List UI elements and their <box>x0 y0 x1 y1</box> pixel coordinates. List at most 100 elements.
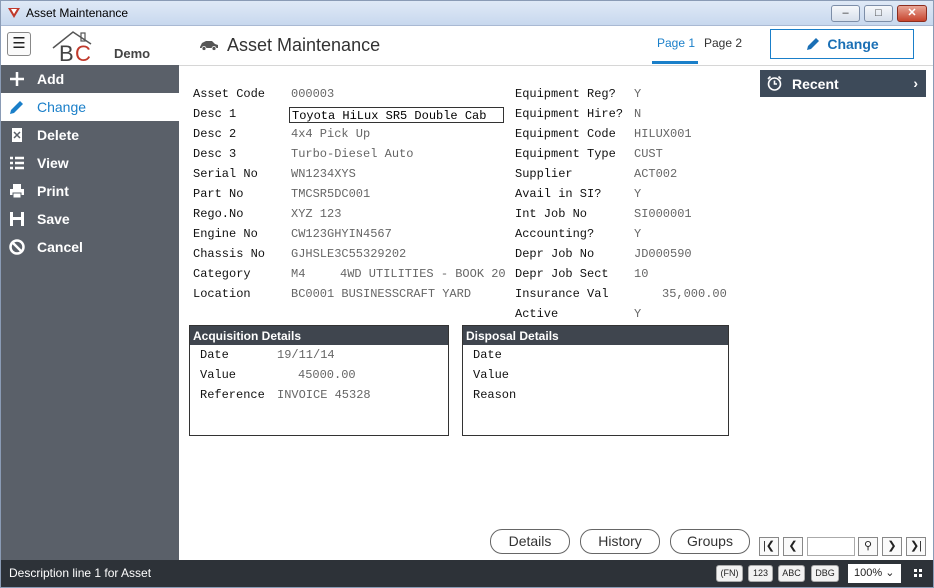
sidebar: Add Change Delete View Print Save Cancel <box>1 65 179 560</box>
supplier-value[interactable]: ACT002 <box>634 167 677 181</box>
chassis-no-value[interactable]: GJHSLE3C55329202 <box>291 247 406 261</box>
equipment-code-value[interactable]: HILUX001 <box>634 127 692 141</box>
next-record-icon[interactable]: ❯ <box>882 537 902 556</box>
bc-logo-icon: B C <box>52 31 92 64</box>
fn-button[interactable]: (FN) <box>716 565 743 582</box>
desc-2-label: Desc 2 <box>193 127 237 141</box>
change-button-label: Change <box>827 36 879 52</box>
previous-record-icon[interactable]: ❮ <box>783 537 803 556</box>
disp-date-label: Date <box>473 348 502 362</box>
alarm-clock-icon <box>767 75 782 91</box>
first-record-icon[interactable]: |❮ <box>759 537 779 556</box>
acq-value-value[interactable]: 45000.00 <box>298 368 356 382</box>
accounting-value[interactable]: Y <box>634 227 641 241</box>
maximize-button[interactable]: □ <box>864 5 893 22</box>
acq-reference-value[interactable]: INVOICE 45328 <box>277 388 371 402</box>
acq-date-value[interactable]: 19/11/14 <box>277 348 335 362</box>
desc-3-value[interactable]: Turbo-Diesel Auto <box>291 147 413 161</box>
equipment-hire-value[interactable]: N <box>634 107 641 121</box>
printer-icon <box>10 184 24 199</box>
tab-page-1[interactable]: Page 1 <box>657 36 695 50</box>
disp-reason-label: Reason <box>473 388 517 402</box>
desc-1-field[interactable]: Toyota HiLux SR5 Double Cab <box>289 107 504 123</box>
sidebar-item-save[interactable]: Save <box>1 205 179 233</box>
rego-no-label: Rego.No <box>193 207 244 221</box>
equipment-type-label: Equipment Type <box>515 147 616 161</box>
acq-reference-label: Reference <box>200 388 265 402</box>
part-no-value[interactable]: TMCSR5DC001 <box>291 187 370 201</box>
sidebar-item-label: Save <box>37 211 70 227</box>
numeric-mode-button[interactable]: 123 <box>748 565 773 582</box>
app-icon <box>8 8 20 18</box>
equipment-reg-label: Equipment Reg? <box>515 87 616 101</box>
chevron-right-icon: › <box>913 75 918 91</box>
location-value[interactable]: BC0001 BUSINESSCRAFT YARD <box>291 287 471 301</box>
details-button[interactable]: Details <box>490 529 570 554</box>
equipment-code-label: Equipment Code <box>515 127 616 141</box>
sidebar-item-label: View <box>37 155 69 171</box>
last-record-icon[interactable]: ❯| <box>906 537 926 556</box>
sidebar-item-view[interactable]: View <box>1 149 179 177</box>
acq-date-label: Date <box>200 348 229 362</box>
active-tab-indicator <box>652 61 698 64</box>
alpha-mode-button[interactable]: ABC <box>778 565 805 582</box>
sidebar-item-label: Print <box>37 183 69 199</box>
asset-code-label: Asset Code <box>193 87 266 101</box>
list-icon <box>10 156 24 170</box>
page-title: Asset Maintenance <box>227 35 381 55</box>
category-label: Category <box>193 267 251 281</box>
status-message: Description line 1 for Asset <box>9 566 152 580</box>
sidebar-item-add[interactable]: Add <box>1 65 179 93</box>
svg-text:C: C <box>75 41 91 64</box>
serial-no-label: Serial No <box>193 167 258 181</box>
recent-panel-button[interactable]: Recent › <box>760 70 926 97</box>
zoom-select[interactable]: 100% ⌄ <box>848 564 901 583</box>
rego-no-value[interactable]: XYZ 123 <box>291 207 341 221</box>
debug-button[interactable]: DBG <box>811 565 839 582</box>
part-no-label: Part No <box>193 187 244 201</box>
equipment-hire-label: Equipment Hire? <box>515 107 624 121</box>
equipment-reg-value[interactable]: Y <box>634 87 641 101</box>
sidebar-item-print[interactable]: Print <box>1 177 179 205</box>
int-job-no-value[interactable]: SI000001 <box>634 207 692 221</box>
resize-grip-icon[interactable] <box>914 569 922 577</box>
acq-value-label: Value <box>200 368 237 382</box>
window-title: Asset Maintenance <box>26 6 129 20</box>
insurance-val-value[interactable]: 35,000.00 <box>662 287 727 301</box>
record-search-input[interactable] <box>807 537 855 556</box>
recent-label: Recent <box>792 76 839 92</box>
desc-2-value[interactable]: 4x4 Pick Up <box>291 127 370 141</box>
history-button[interactable]: History <box>580 529 660 554</box>
asset-code-value[interactable]: 000003 <box>291 87 334 101</box>
avail-in-si-label: Avail in SI? <box>515 187 602 201</box>
sidebar-item-label: Add <box>37 71 65 87</box>
chassis-no-label: Chassis No <box>193 247 266 261</box>
engine-no-label: Engine No <box>193 227 258 241</box>
engine-no-value[interactable]: CW123GHYIN4567 <box>291 227 392 241</box>
depr-job-no-value[interactable]: JD000590 <box>634 247 692 261</box>
sidebar-item-delete[interactable]: Delete <box>1 121 179 149</box>
serial-no-value[interactable]: WN1234XYS <box>291 167 356 181</box>
sidebar-item-label: Delete <box>37 127 80 143</box>
close-button[interactable]: ✕ <box>897 5 927 22</box>
equipment-type-value[interactable]: CUST <box>634 147 663 161</box>
pencil-icon <box>807 38 820 50</box>
category-value[interactable]: M4 <box>291 267 305 281</box>
category-description: 4WD UTILITIES - BOOK 20 <box>340 267 506 281</box>
sidebar-item-change[interactable]: Change <box>1 93 179 121</box>
groups-button[interactable]: Groups <box>670 529 750 554</box>
search-icon[interactable]: ⚲ <box>858 537 878 556</box>
desc-1-label: Desc 1 <box>193 107 237 121</box>
change-button[interactable]: Change <box>770 29 914 59</box>
active-value[interactable]: Y <box>634 307 641 321</box>
tab-page-2[interactable]: Page 2 <box>704 36 742 50</box>
desc-3-label: Desc 3 <box>193 147 237 161</box>
app-header: ☰ B C Demo Asset Maintenance Page 1 Page… <box>1 26 933 66</box>
hamburger-menu-icon[interactable]: ☰ <box>7 32 31 56</box>
title-bar: Asset Maintenance – □ ✕ <box>1 1 933 26</box>
avail-in-si-value[interactable]: Y <box>634 187 641 201</box>
cancel-icon <box>9 239 25 255</box>
sidebar-item-cancel[interactable]: Cancel <box>1 233 179 261</box>
depr-job-sect-value[interactable]: 10 <box>634 267 648 281</box>
minimize-button[interactable]: – <box>831 5 860 22</box>
